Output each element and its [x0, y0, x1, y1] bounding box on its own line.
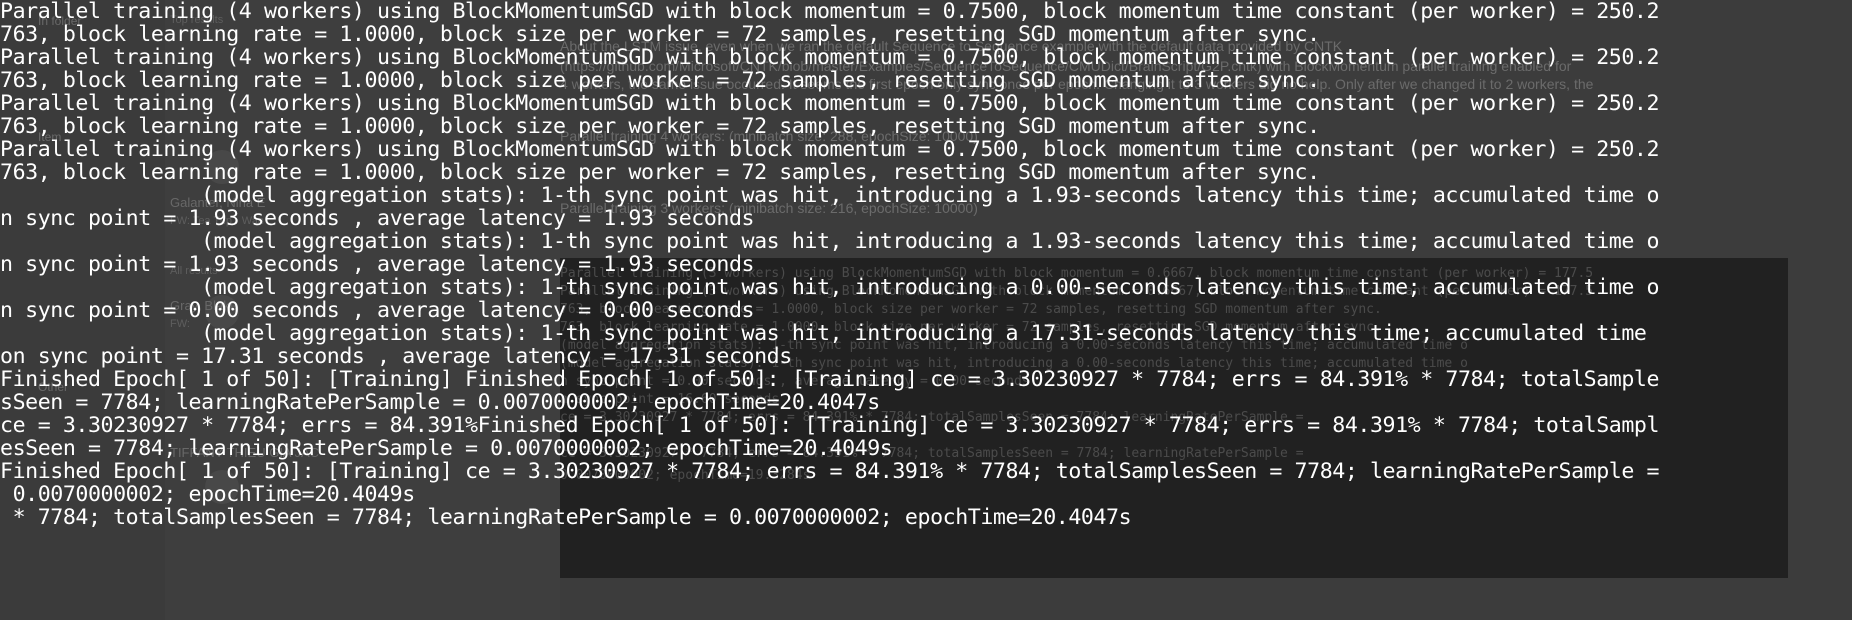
terminal-line: 763, block learning rate = 1.0000, block… — [0, 160, 1320, 185]
terminal-line: Parallel training (4 workers) using Bloc… — [0, 137, 1660, 162]
terminal-line: Finished Epoch[ 1 of 50]: [Training] ce … — [0, 459, 1660, 484]
terminal-line: (model aggregation stats): 1-th sync poi… — [0, 321, 1647, 346]
terminal-line: sSeen = 7784; learningRatePerSample = 0.… — [0, 390, 880, 415]
terminal-line: n sync point = 0.00 seconds , average la… — [0, 298, 755, 323]
terminal-line: (model aggregation stats): 1-th sync poi… — [0, 229, 1660, 254]
terminal-line: (model aggregation stats): 1-th sync poi… — [0, 183, 1660, 208]
terminal-line: ce = 3.30230927 * 7784; errs = 84.391%Fi… — [0, 413, 1660, 438]
terminal-line: 763, block learning rate = 1.0000, block… — [0, 114, 1320, 139]
terminal-line: 0.0070000002; epochTime=20.4049s — [0, 482, 416, 507]
terminal-line: Parallel training (4 workers) using Bloc… — [0, 45, 1660, 70]
terminal-line: Finished Epoch[ 1 of 50]: [Training] Fin… — [0, 367, 1660, 392]
terminal-line: Parallel training (4 workers) using Bloc… — [0, 0, 1660, 24]
terminal-line: on sync point = 17.31 seconds , average … — [0, 344, 792, 369]
terminal-line: n sync point = 1.93 seconds , average la… — [0, 252, 755, 277]
terminal-line: 763, block learning rate = 1.0000, block… — [0, 68, 1320, 93]
terminal-line: esSeen = 7784; learningRatePerSample = 0… — [0, 436, 893, 461]
terminal-window[interactable]: Parallel training (4 workers) using Bloc… — [0, 0, 1852, 620]
terminal-line: (model aggregation stats): 1-th sync poi… — [0, 275, 1660, 300]
terminal-line: * 7784; totalSamplesSeen = 7784; learnin… — [0, 505, 1132, 530]
terminal-line: Parallel training (4 workers) using Bloc… — [0, 91, 1660, 116]
terminal-line: 763, block learning rate = 1.0000, block… — [0, 22, 1320, 47]
terminal-line: n sync point = 1.93 seconds , average la… — [0, 206, 755, 231]
